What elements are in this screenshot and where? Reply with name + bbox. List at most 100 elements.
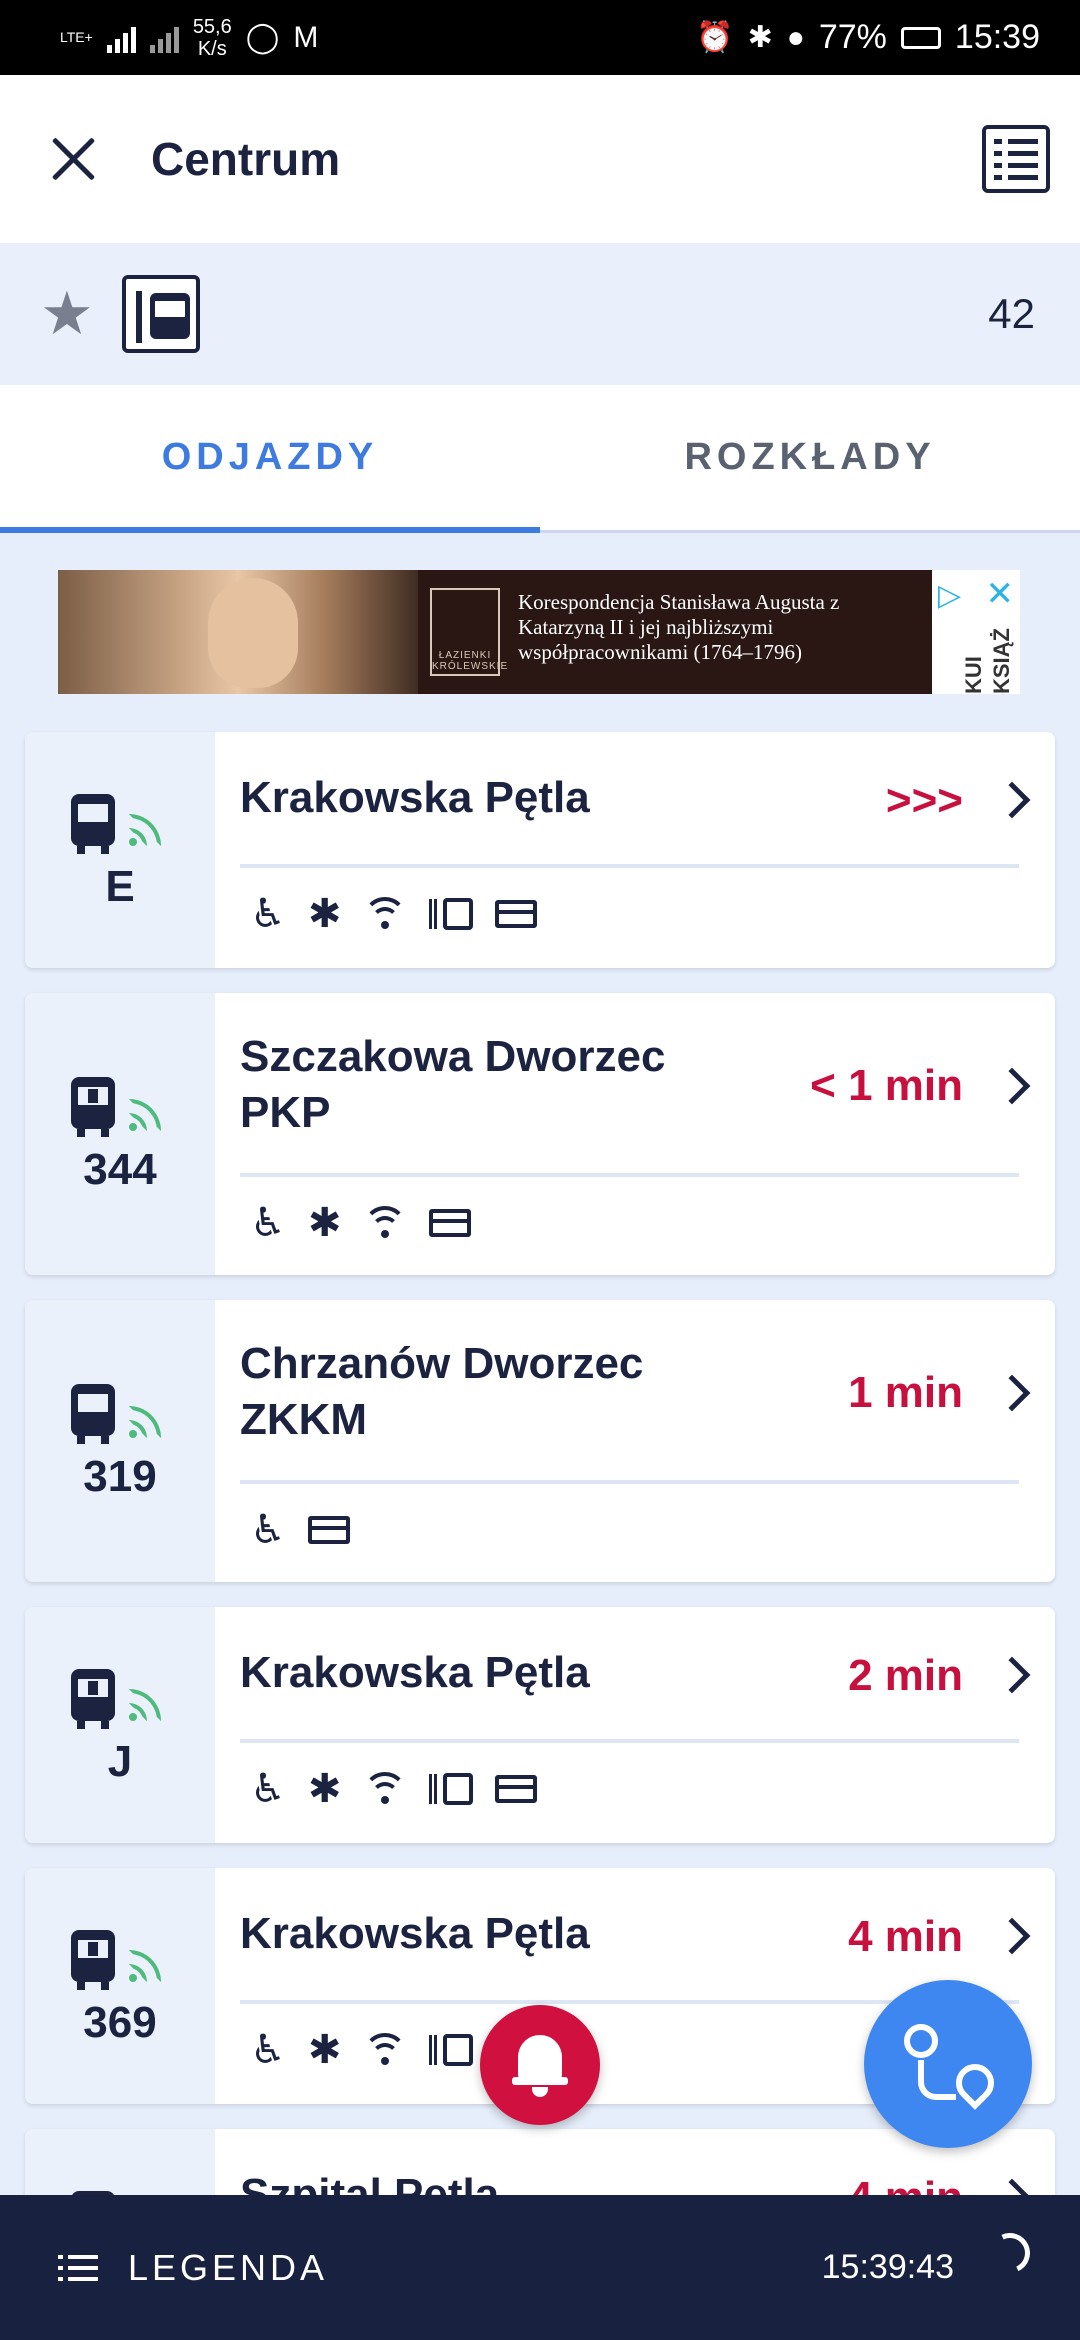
status-time: 15:39 (954, 18, 1040, 56)
tab-bar: ODJAZDY ROZKŁADY (0, 385, 1080, 533)
status-right: ⏰ ✱ ● 77% 15:39 (696, 18, 1040, 57)
wifi-icon (363, 2033, 408, 2067)
bus-icon (71, 1384, 115, 1444)
legend-button[interactable]: LEGENDA (128, 2247, 328, 2289)
battery-percent: 77% (818, 18, 887, 56)
ad-logo: ŁAZIENKI KRÓLEWSKIE (430, 588, 507, 676)
departure-details: Chrzanów Dworzec ZKKM 1 min ♿ (215, 1300, 1055, 1582)
wheelchair-icon: ♿ (250, 1767, 286, 1811)
signal-icon (106, 23, 136, 53)
line-panel: 319 (25, 1300, 215, 1582)
tab-departures[interactable]: ODJAZDY (0, 385, 540, 533)
line-number: 369 (83, 1998, 157, 2047)
location-icon: ● (786, 20, 805, 54)
departure-card[interactable]: 319 Chrzanów Dworzec ZKKM 1 min ♿ (25, 1300, 1055, 1582)
line-panel: 369 (25, 1868, 215, 2104)
bluetooth-icon: ✱ (747, 21, 773, 54)
line-panel: E (25, 732, 215, 968)
stop-number: 42 (988, 290, 1035, 337)
ad-controls: ▷ ✕ KUI KSIĄŻ (932, 570, 1020, 694)
ticket-machine-icon (429, 898, 474, 930)
departure-card[interactable]: J Krakowska Pętla 2 min ♿ ✱ (25, 1607, 1055, 1843)
notification-bell-button[interactable] (480, 2005, 600, 2125)
eta: 4 min (848, 1912, 963, 1961)
chevron-right-icon (993, 1917, 1031, 1955)
departure-details: Szczakowa Dworzec PKP < 1 min ♿ ✱ (215, 993, 1055, 1275)
chevron-right-icon (993, 1656, 1031, 1694)
destination: Krakowska Pętla (240, 773, 590, 822)
card-payment-icon (307, 1516, 350, 1544)
close-icon[interactable] (45, 131, 101, 187)
ad-close-icon[interactable]: ✕ (986, 574, 1015, 614)
eta: < 1 min (810, 1061, 963, 1110)
line-number: E (105, 862, 135, 911)
destination: Krakowska Pętla (240, 1909, 590, 1958)
favorite-star-icon[interactable]: ★ (40, 284, 94, 344)
gmail-icon: M (293, 20, 319, 54)
wheelchair-icon: ♿ (250, 1508, 286, 1552)
air-conditioning-icon: ✱ (307, 892, 342, 936)
card-payment-icon (429, 1209, 472, 1237)
ad-portrait-image (58, 570, 418, 694)
line-panel: 344 (25, 993, 215, 1275)
divider (240, 864, 1019, 868)
departure-details: Krakowska Pętla 2 min ♿ ✱ (215, 1607, 1055, 1843)
destination: Szczakowa Dworzec PKP (240, 1032, 666, 1137)
departure-card[interactable]: 344 Szczakowa Dworzec PKP < 1 min ♿ ✱ (25, 993, 1055, 1275)
wifi-icon (363, 897, 408, 931)
whatsapp-icon: ◯ (245, 21, 280, 54)
top-app-bar: Centrum (0, 75, 1080, 243)
destination: Krakowska Pętla (240, 1648, 590, 1697)
departure-details: Krakowska Pętla >>> ♿ ✱ (215, 732, 1055, 968)
air-conditioning-icon: ✱ (307, 2028, 342, 2072)
wheelchair-icon: ♿ (250, 892, 286, 936)
air-conditioning-icon: ✱ (307, 1201, 342, 1245)
wheelchair-icon: ♿ (250, 1201, 286, 1245)
features-row: ♿ ✱ (250, 1767, 538, 1811)
line-number: 344 (83, 1145, 157, 1194)
chevron-right-icon (993, 1374, 1031, 1412)
ticket-machine-icon (429, 2034, 474, 2066)
air-conditioning-icon: ✱ (307, 1767, 342, 1811)
network-speed: 55,6 K/s (193, 16, 232, 60)
eta: >>> (885, 776, 963, 825)
live-tracking-icon (129, 1948, 163, 1982)
features-row: ♿ ✱ (250, 892, 538, 936)
electric-bus-icon (71, 1930, 115, 1990)
live-tracking-icon (129, 812, 163, 846)
wifi-icon (363, 1206, 408, 1240)
status-bar: LTE+ 55,6 K/s ◯ M ⏰ ✱ ● 77% 15:39 (0, 0, 1080, 75)
network-type: LTE+ (60, 28, 93, 45)
page-title: Centrum (151, 133, 341, 185)
features-row: ♿ ✱ (250, 2028, 474, 2072)
route-icon (904, 2024, 938, 2058)
chevron-right-icon (993, 1067, 1031, 1105)
ad-text: Korespondencja Stanisława Augusta z Kata… (518, 590, 840, 664)
wheelchair-icon: ♿ (250, 2028, 286, 2072)
status-left: LTE+ 55,6 K/s ◯ M (60, 16, 318, 60)
live-tracking-icon (129, 1404, 163, 1438)
ad-banner[interactable]: ŁAZIENKI KRÓLEWSKIE Korespondencja Stani… (58, 570, 1020, 694)
signal-icon-2 (149, 23, 179, 53)
live-tracking-icon (129, 1687, 163, 1721)
features-row: ♿ ✱ (250, 1201, 472, 1245)
divider (240, 1739, 1019, 1743)
list-icon[interactable] (58, 2253, 98, 2283)
live-tracking-icon (129, 1097, 163, 1131)
electric-bus-icon (71, 1669, 115, 1729)
departure-card[interactable]: E Krakowska Pętla >>> ♿ ✱ (25, 732, 1055, 968)
adchoices-icon[interactable]: ▷ (938, 578, 961, 613)
bottom-bar: LEGENDA 15:39:43 (0, 2195, 1080, 2340)
eta: 1 min (848, 1368, 963, 1417)
divider (240, 1173, 1019, 1177)
timetable-list-button[interactable] (982, 125, 1050, 193)
stop-info-bar: ★ 42 (0, 243, 1080, 385)
tab-timetables[interactable]: ROZKŁADY (540, 385, 1080, 530)
bus-icon (71, 794, 115, 854)
bus-stop-icon (121, 275, 200, 353)
route-planner-button[interactable] (864, 1980, 1032, 2148)
bell-icon (518, 2035, 562, 2079)
alarm-icon: ⏰ (696, 21, 734, 54)
line-number: 319 (83, 1452, 157, 1501)
eta: 2 min (848, 1651, 963, 1700)
